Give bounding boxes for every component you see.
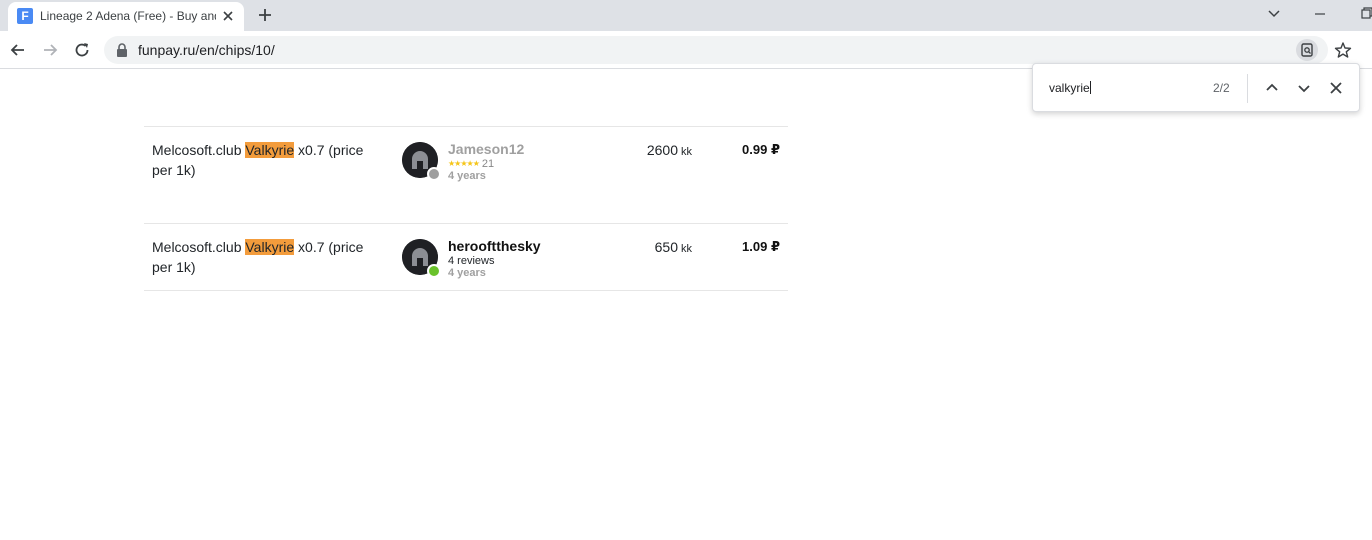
status-indicator: [427, 264, 441, 278]
table-row[interactable]: Melcosoft.club Valkyrie x0.7 (price per …: [144, 223, 788, 291]
seller-age: 4 years: [448, 170, 486, 182]
find-query: valkyrie: [1049, 81, 1090, 95]
review-count: 4 reviews: [448, 255, 495, 267]
forward-arrow-icon[interactable]: [40, 40, 60, 60]
back-arrow-icon[interactable]: [8, 40, 28, 60]
amount-unit: kk: [681, 243, 692, 255]
tab-strip: F Lineage 2 Adena (Free) - Buy and: [0, 0, 1372, 31]
seller-name[interactable]: herooftthesky: [448, 238, 541, 254]
rating-stars: ★★★★★: [448, 159, 480, 168]
lens-icon[interactable]: [1296, 39, 1318, 61]
close-icon[interactable]: [1327, 79, 1345, 97]
tab-title: Lineage 2 Adena (Free) - Buy and: [40, 9, 216, 23]
seller-age: 4 years: [448, 267, 486, 279]
offer-description: Melcosoft.club Valkyrie x0.7 (price per …: [152, 237, 382, 277]
reload-icon[interactable]: [72, 40, 92, 60]
favicon-icon: F: [17, 8, 33, 24]
offer-description: Melcosoft.club Valkyrie x0.7 (price per …: [152, 140, 382, 180]
amount-unit: kk: [681, 146, 692, 158]
search-highlight: Valkyrie: [245, 142, 295, 158]
review-count: 21: [481, 158, 495, 170]
amount-value: 650: [654, 239, 678, 255]
find-input[interactable]: valkyrie: [1049, 81, 1091, 95]
chevron-up-icon[interactable]: [1263, 79, 1281, 97]
seller-rating: ★★★★★ 21: [448, 158, 494, 170]
tab-list-icon[interactable]: [1264, 4, 1284, 24]
find-match-count: 2/2: [1213, 81, 1230, 95]
url-text[interactable]: funpay.ru/en/chips/10/: [138, 42, 275, 58]
offer-server: Melcosoft.club: [152, 239, 246, 255]
lock-icon[interactable]: [116, 43, 128, 57]
offer-price: 0.99 ₽: [742, 142, 780, 157]
minimize-icon[interactable]: [1310, 4, 1330, 24]
text-caret: [1089, 81, 1091, 94]
browser-tab[interactable]: F Lineage 2 Adena (Free) - Buy and: [8, 2, 244, 31]
status-indicator: [427, 167, 441, 181]
restore-icon[interactable]: [1356, 4, 1372, 24]
table-row[interactable]: Melcosoft.club Valkyrie x0.7 (price per …: [144, 126, 788, 223]
star-icon[interactable]: [1334, 41, 1352, 59]
offer-amount: 650 kk: [655, 239, 692, 255]
offer-price: 1.09 ₽: [742, 239, 780, 254]
offer-list: Melcosoft.club Valkyrie x0.7 (price per …: [144, 126, 788, 291]
offer-server: Melcosoft.club: [152, 142, 246, 158]
close-icon[interactable]: [220, 8, 236, 24]
search-highlight: Valkyrie: [245, 239, 295, 255]
amount-value: 2600: [646, 142, 678, 158]
plus-icon[interactable]: [256, 6, 274, 24]
seller-name[interactable]: Jameson12: [448, 141, 524, 157]
find-bar: valkyrie 2/2: [1032, 63, 1360, 112]
offer-amount: 2600 kk: [647, 142, 692, 158]
chevron-down-icon[interactable]: [1295, 79, 1313, 97]
divider: [1247, 74, 1248, 103]
address-bar[interactable]: funpay.ru/en/chips/10/: [104, 36, 1352, 64]
